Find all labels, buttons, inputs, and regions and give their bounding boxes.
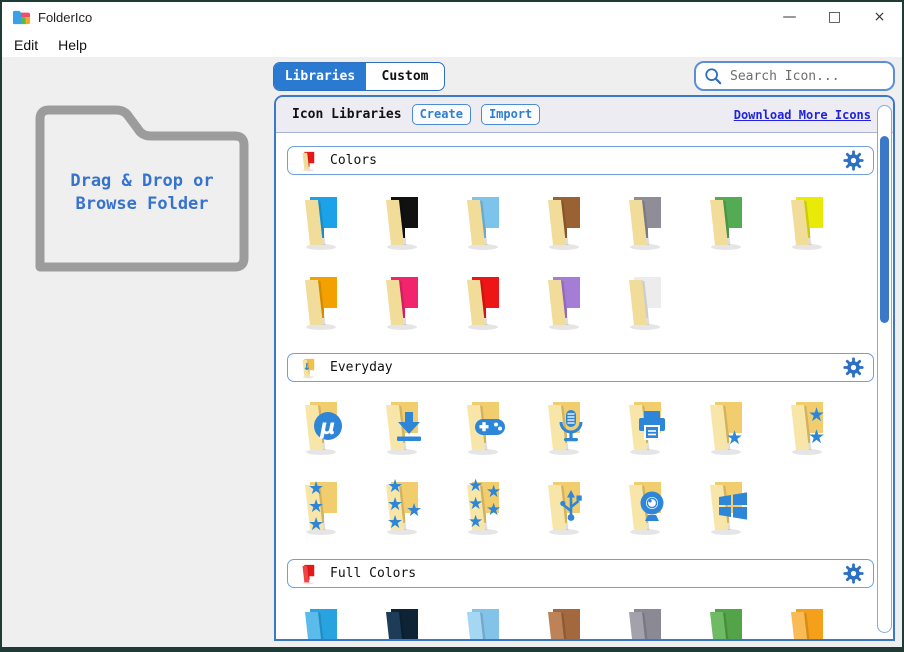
folder-icon-usb[interactable] [538,477,588,537]
folder-icon-green[interactable] [700,192,750,252]
colors-icon-row-2 [295,272,700,332]
close-button[interactable]: × [857,2,902,32]
everyday-folder-badge-icon: ↓ [298,357,318,379]
folder-icon-gray[interactable] [619,192,669,252]
download-more-icons-link[interactable]: Download More Icons [734,108,871,122]
download-icon [393,410,425,442]
star-icon: ★ [308,516,324,534]
section-header-full-colors[interactable]: Full Colors [287,559,874,588]
everyday-settings-gear-icon[interactable] [843,357,864,378]
gamepad-icon [474,410,506,442]
search-box[interactable] [694,61,895,91]
app-window: FolderIco — □ × Edit Help Drag & Drop or… [0,0,904,652]
menu-bar: Edit Help [2,32,902,57]
tab-libraries[interactable]: Libraries [274,63,366,90]
section-label-colors: Colors [330,153,377,168]
star-icon: ★ [406,502,422,520]
import-button[interactable]: Import [481,104,540,125]
section-header-colors[interactable]: Colors [287,146,874,175]
folder-icon-navy[interactable] [376,604,426,641]
colors-icon-row-1 [295,192,862,252]
folder-icon-blue[interactable] [295,192,345,252]
star-icon: ★ [808,406,825,425]
dropzone-label: Drag & Drop or Browse Folder [30,170,254,216]
star-icon: ★ [387,514,403,532]
folder-icon-star-5[interactable]: ★★★★★ [457,477,507,537]
folder-icon-gamepad[interactable] [457,397,507,457]
usb-icon [555,490,587,522]
folder-icon-green[interactable] [700,604,750,641]
folder-icon-windows[interactable] [700,477,750,537]
folder-icon-white[interactable] [619,272,669,332]
library-tabs: Libraries Custom [273,62,445,91]
star-icon: ★ [468,496,483,513]
section-label-everyday: Everyday [330,360,393,375]
scrollbar-track[interactable] [877,105,892,633]
dropzone-line2: Browse Folder [30,193,254,216]
folder-icon-webcam[interactable] [619,477,669,537]
star-icon: ★ [486,502,501,519]
webcam-icon [636,490,668,522]
printer-icon [636,410,668,442]
library-panel-header: Icon Libraries Create Import Download Mo… [276,97,893,133]
utorrent-icon: µ [312,410,344,442]
folder-icon-utorrent[interactable]: µ [295,397,345,457]
scrollbar-thumb[interactable] [880,136,889,323]
star-icon: ★ [726,429,743,448]
maximize-button[interactable]: □ [812,2,857,32]
folder-icon-orange[interactable] [781,604,831,641]
star-icon: ★ [468,514,483,531]
microphone-icon [555,410,587,442]
folder-icon-gray[interactable] [619,604,669,641]
full-colors-icon-row-1 [295,604,862,641]
folder-icon-star-2[interactable]: ★★ [781,397,831,457]
colors-settings-gear-icon[interactable] [843,150,864,171]
create-button[interactable]: Create [412,104,471,125]
app-logo-icon [12,9,30,25]
search-icon [704,67,722,85]
folder-icon-yellow[interactable] [781,192,831,252]
dropzone-line1: Drag & Drop or [30,170,254,193]
full-colors-folder-badge-icon [298,563,318,585]
search-input[interactable] [728,68,885,85]
menu-edit[interactable]: Edit [2,37,48,53]
window-controls: — □ × [767,2,902,32]
folder-icon-orange[interactable] [295,272,345,332]
colors-folder-badge-icon [298,150,318,172]
tab-custom[interactable]: Custom [366,63,444,90]
star-icon: ★ [468,478,483,495]
folder-icon-star-3[interactable]: ★★★ [295,477,345,537]
badge-glyph: ↓ [303,359,311,374]
everyday-icon-row-1: µ ★ ★★ [295,397,862,457]
folder-icon-brown[interactable] [538,604,588,641]
folder-icon-download[interactable] [376,397,426,457]
folder-icon-star-4[interactable]: ★★★★ [376,477,426,537]
icon-library-panel: Icon Libraries Create Import Download Mo… [274,95,895,641]
folder-icon-purple[interactable] [538,272,588,332]
folder-icon-blue[interactable] [295,604,345,641]
everyday-icon-row-2: ★★★ ★★★★ ★★★★★ [295,477,781,537]
window-title: FolderIco [38,10,92,25]
folder-icon-printer[interactable] [619,397,669,457]
star-icon: ★ [486,484,501,501]
star-icon: ★ [808,428,825,447]
windows-icon [717,490,749,522]
folder-icon-light-blue[interactable] [457,192,507,252]
folder-icon-star-1[interactable]: ★ [700,397,750,457]
section-label-full-colors: Full Colors [330,566,416,581]
folder-icon-light-blue[interactable] [457,604,507,641]
svg-text:µ: µ [319,415,335,439]
library-panel-title: Icon Libraries [292,107,402,122]
folder-icon-microphone[interactable] [538,397,588,457]
folder-icon-pink[interactable] [376,272,426,332]
menu-help[interactable]: Help [48,37,97,53]
section-header-everyday[interactable]: ↓ Everyday [287,353,874,382]
folder-icon-black[interactable] [376,192,426,252]
title-bar: FolderIco — □ × [2,2,902,32]
minimize-button[interactable]: — [767,2,812,32]
folder-icon-brown[interactable] [538,192,588,252]
folder-icon-red[interactable] [457,272,507,332]
full-colors-settings-gear-icon[interactable] [843,563,864,584]
